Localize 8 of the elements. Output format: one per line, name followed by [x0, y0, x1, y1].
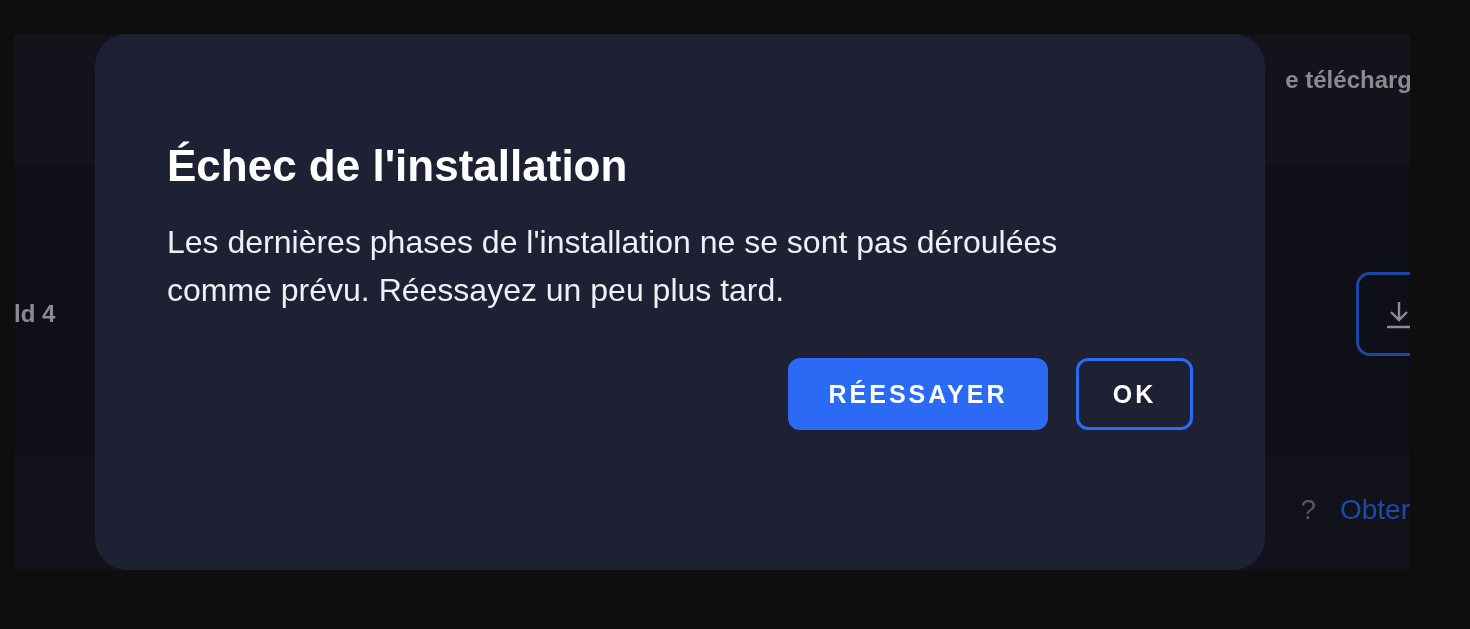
dialog-title: Échec de l'installation: [167, 142, 629, 190]
row-label: ld 4: [14, 300, 56, 328]
ok-button[interactable]: OK: [1076, 358, 1193, 430]
retry-button[interactable]: RÉESSAYER: [788, 358, 1048, 430]
dialog-message: Les dernières phases de l'installation ne se sont pas déroulées comme prévu. Réessayez un peu plus tard.: [167, 223, 1059, 310]
download-icon: [1385, 299, 1410, 329]
header-text: e télécharg: [1285, 65, 1410, 94]
footer-text: ?: [1300, 493, 1316, 526]
